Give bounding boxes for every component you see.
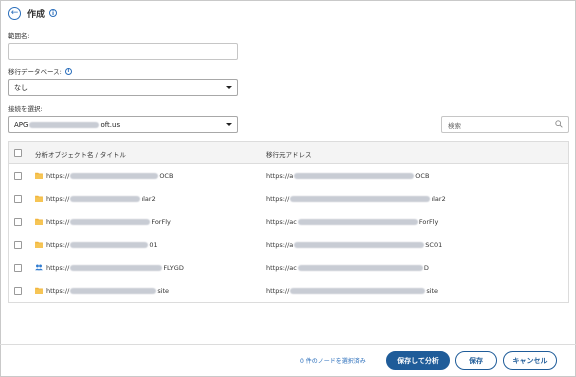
search-icon — [555, 120, 563, 128]
redacted-text — [29, 121, 100, 128]
save-button[interactable]: 保存 — [455, 351, 497, 370]
source-address: https://ac D — [266, 264, 429, 272]
info-icon[interactable]: i — [49, 9, 58, 17]
row-checkbox[interactable] — [14, 172, 22, 180]
chevron-down-icon — [226, 123, 232, 126]
table-header: 分析オブジェクト名 / タイトル 移行元アドレス — [9, 142, 568, 164]
redacted-text — [294, 242, 425, 248]
column-header-source[interactable]: 移行元アドレス — [266, 149, 312, 159]
connection-value-suffix: oft.us — [100, 120, 121, 129]
source-address: https://a SC01 — [266, 241, 443, 249]
selected-count: 0 件のノードを選択済み — [300, 358, 366, 365]
page-title: 作成 — [27, 9, 46, 20]
redacted-text — [294, 173, 415, 179]
redacted-text — [70, 242, 149, 248]
redacted-text — [70, 265, 163, 271]
row-checkbox[interactable] — [14, 195, 22, 203]
folder-icon — [35, 195, 43, 202]
scope-name-label: 範囲名: — [8, 32, 30, 40]
table-row[interactable]: https://ılar2 https://ılar2 — [9, 188, 568, 211]
table-row[interactable]: https://ForFly https://ac ForFly — [9, 211, 568, 234]
source-address: https://site — [266, 287, 439, 295]
source-address: https://ılar2 — [266, 195, 446, 203]
cancel-button[interactable]: キャンセル — [503, 351, 557, 370]
search-input[interactable]: 検索 — [441, 116, 569, 133]
redacted-text — [290, 288, 426, 294]
object-name: https://ForFly — [46, 218, 171, 226]
redacted-text — [70, 196, 141, 202]
column-header-object[interactable]: 分析オブジェクト名 / タイトル — [35, 149, 126, 159]
migration-db-select[interactable]: なし — [8, 79, 238, 96]
connection-value-prefix: APG — [14, 120, 29, 129]
folder-icon — [35, 241, 43, 248]
object-name: https://01 — [46, 241, 158, 249]
info-icon[interactable]: i — [64, 67, 72, 75]
row-checkbox[interactable] — [14, 218, 22, 226]
redacted-text — [297, 265, 423, 271]
folder-icon — [35, 218, 43, 225]
source-address: https://a OCB — [266, 172, 430, 180]
scope-name-input[interactable] — [8, 43, 238, 60]
migration-db-label: 移行データベース: i — [8, 66, 72, 76]
redacted-text — [70, 219, 151, 225]
redacted-text — [70, 173, 159, 179]
redacted-text — [70, 288, 157, 294]
table-row[interactable]: https://01 https://a SC01 — [9, 234, 568, 257]
chevron-down-icon — [226, 86, 232, 89]
table-row[interactable]: https://FLYGD https://ac D — [9, 257, 568, 280]
folder-icon — [35, 287, 43, 294]
row-checkbox[interactable] — [14, 264, 22, 272]
redacted-text — [290, 196, 431, 202]
migration-db-value: なし — [14, 83, 28, 92]
page-header: ← 作成 i — [8, 6, 58, 20]
save-and-analyze-button[interactable]: 保存して分析 — [386, 351, 450, 370]
back-arrow-icon[interactable]: ← — [8, 6, 21, 20]
object-name: https://ılar2 — [46, 195, 156, 203]
connection-label: 接続を選択: — [8, 105, 43, 113]
object-name: https://OCB — [46, 172, 174, 180]
table-row[interactable]: https://OCB https://a OCB — [9, 165, 568, 188]
redacted-text — [297, 219, 418, 225]
footer-divider — [0, 344, 576, 345]
row-checkbox[interactable] — [14, 241, 22, 249]
source-address: https://ac ForFly — [266, 218, 439, 226]
objects-table: 分析オブジェクト名 / タイトル 移行元アドレス https://OCB http… — [8, 141, 569, 303]
group-icon — [35, 264, 43, 271]
connection-select[interactable]: APG oft.us — [8, 116, 238, 133]
row-checkbox[interactable] — [14, 287, 22, 295]
table-row[interactable]: https://site https://site — [9, 280, 568, 303]
object-name: https://site — [46, 287, 170, 295]
object-name: https://FLYGD — [46, 264, 184, 272]
folder-icon — [35, 172, 43, 179]
select-all-checkbox[interactable] — [14, 149, 22, 157]
